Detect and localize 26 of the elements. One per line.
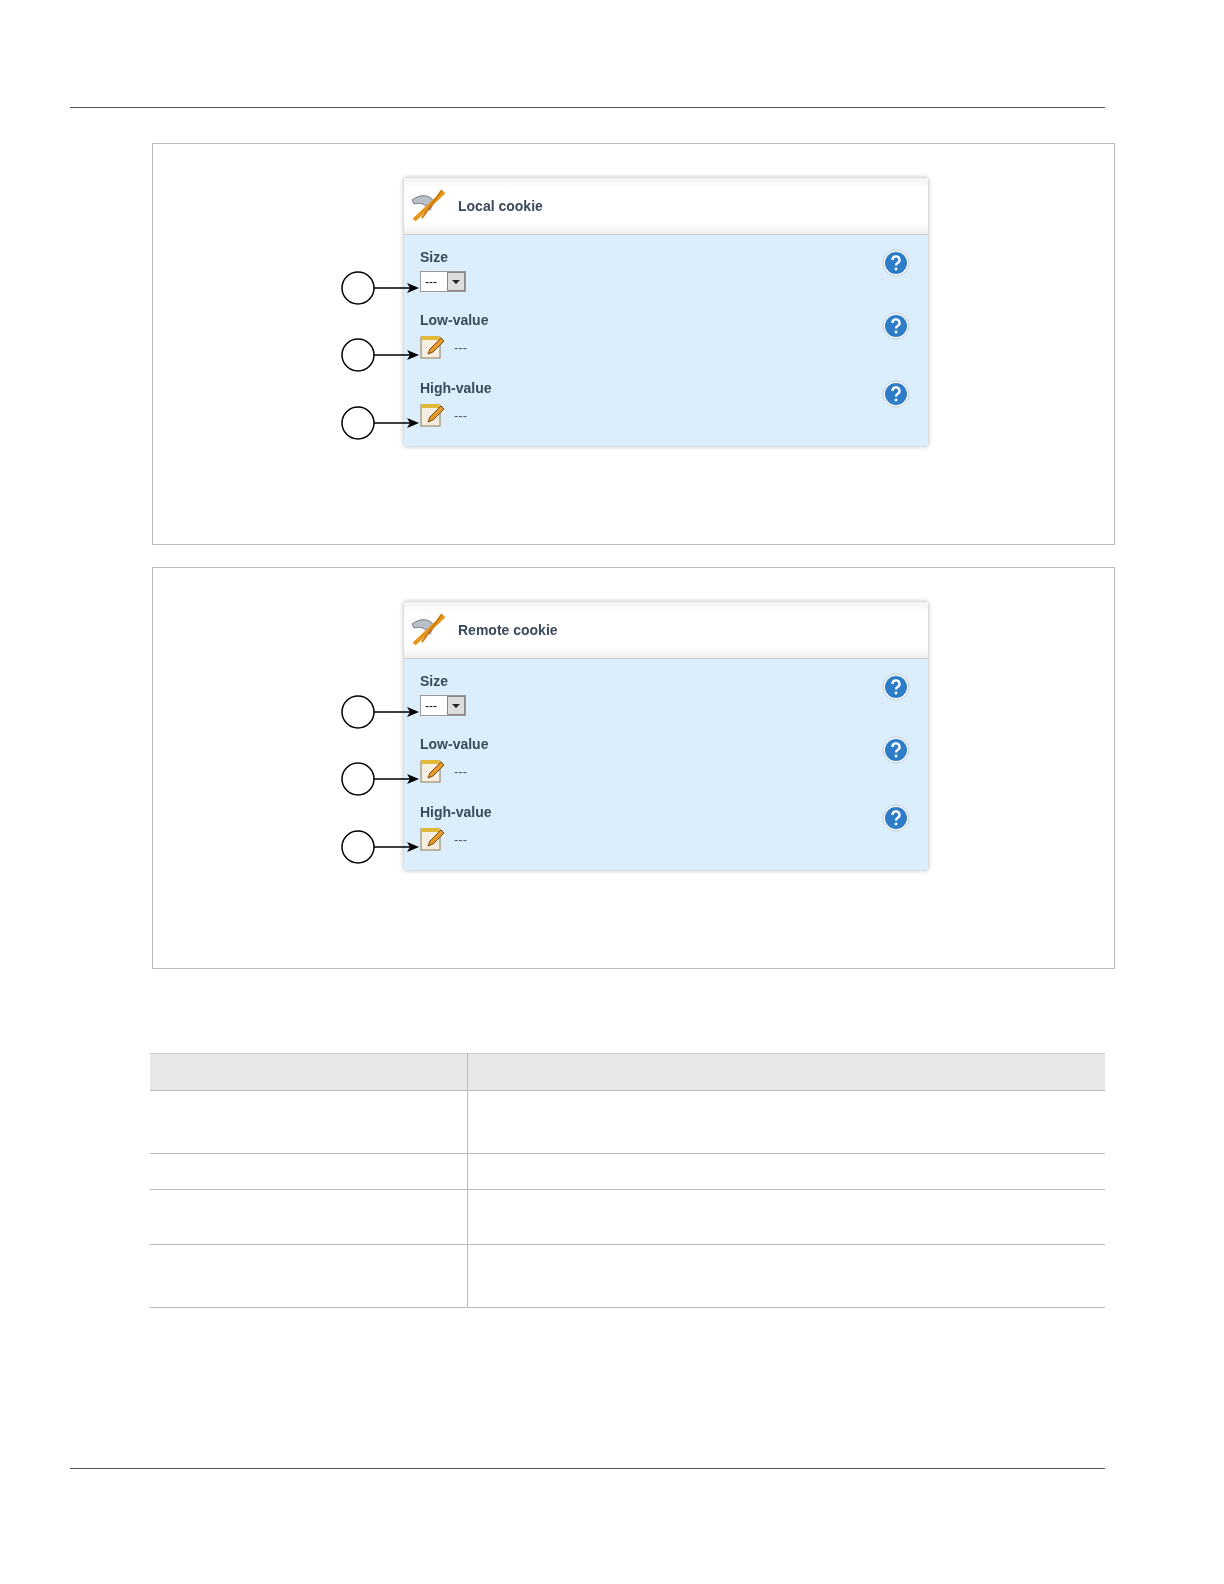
help-icon[interactable]: [882, 804, 910, 832]
field-value: ---: [454, 831, 467, 847]
notepad-edit-icon[interactable]: [420, 402, 444, 428]
field-value: ---: [454, 763, 467, 779]
field-label: Low-value: [420, 736, 489, 752]
help-icon[interactable]: [882, 380, 910, 408]
field-label: Size: [420, 249, 449, 265]
help-icon[interactable]: [882, 249, 910, 277]
help-icon[interactable]: [882, 312, 910, 340]
caret-icon: [447, 272, 465, 291]
notepad-edit-icon[interactable]: [420, 334, 444, 360]
help-icon[interactable]: [882, 736, 910, 764]
field-label: Low-value: [420, 312, 489, 328]
panel-title: Local cookie: [458, 198, 543, 214]
size-dropdown[interactable]: ---: [420, 271, 466, 292]
notepad-edit-icon[interactable]: [420, 826, 444, 852]
help-icon[interactable]: [882, 673, 910, 701]
field-value: ---: [454, 407, 467, 423]
field-label: High-value: [420, 380, 492, 396]
notepad-edit-icon[interactable]: [420, 758, 444, 784]
panel-title: Remote cookie: [458, 622, 558, 638]
caret-icon: [447, 696, 465, 715]
field-label: Size: [420, 673, 449, 689]
field-value: ---: [454, 339, 467, 355]
field-label: High-value: [420, 804, 492, 820]
size-dropdown[interactable]: ---: [420, 695, 466, 716]
